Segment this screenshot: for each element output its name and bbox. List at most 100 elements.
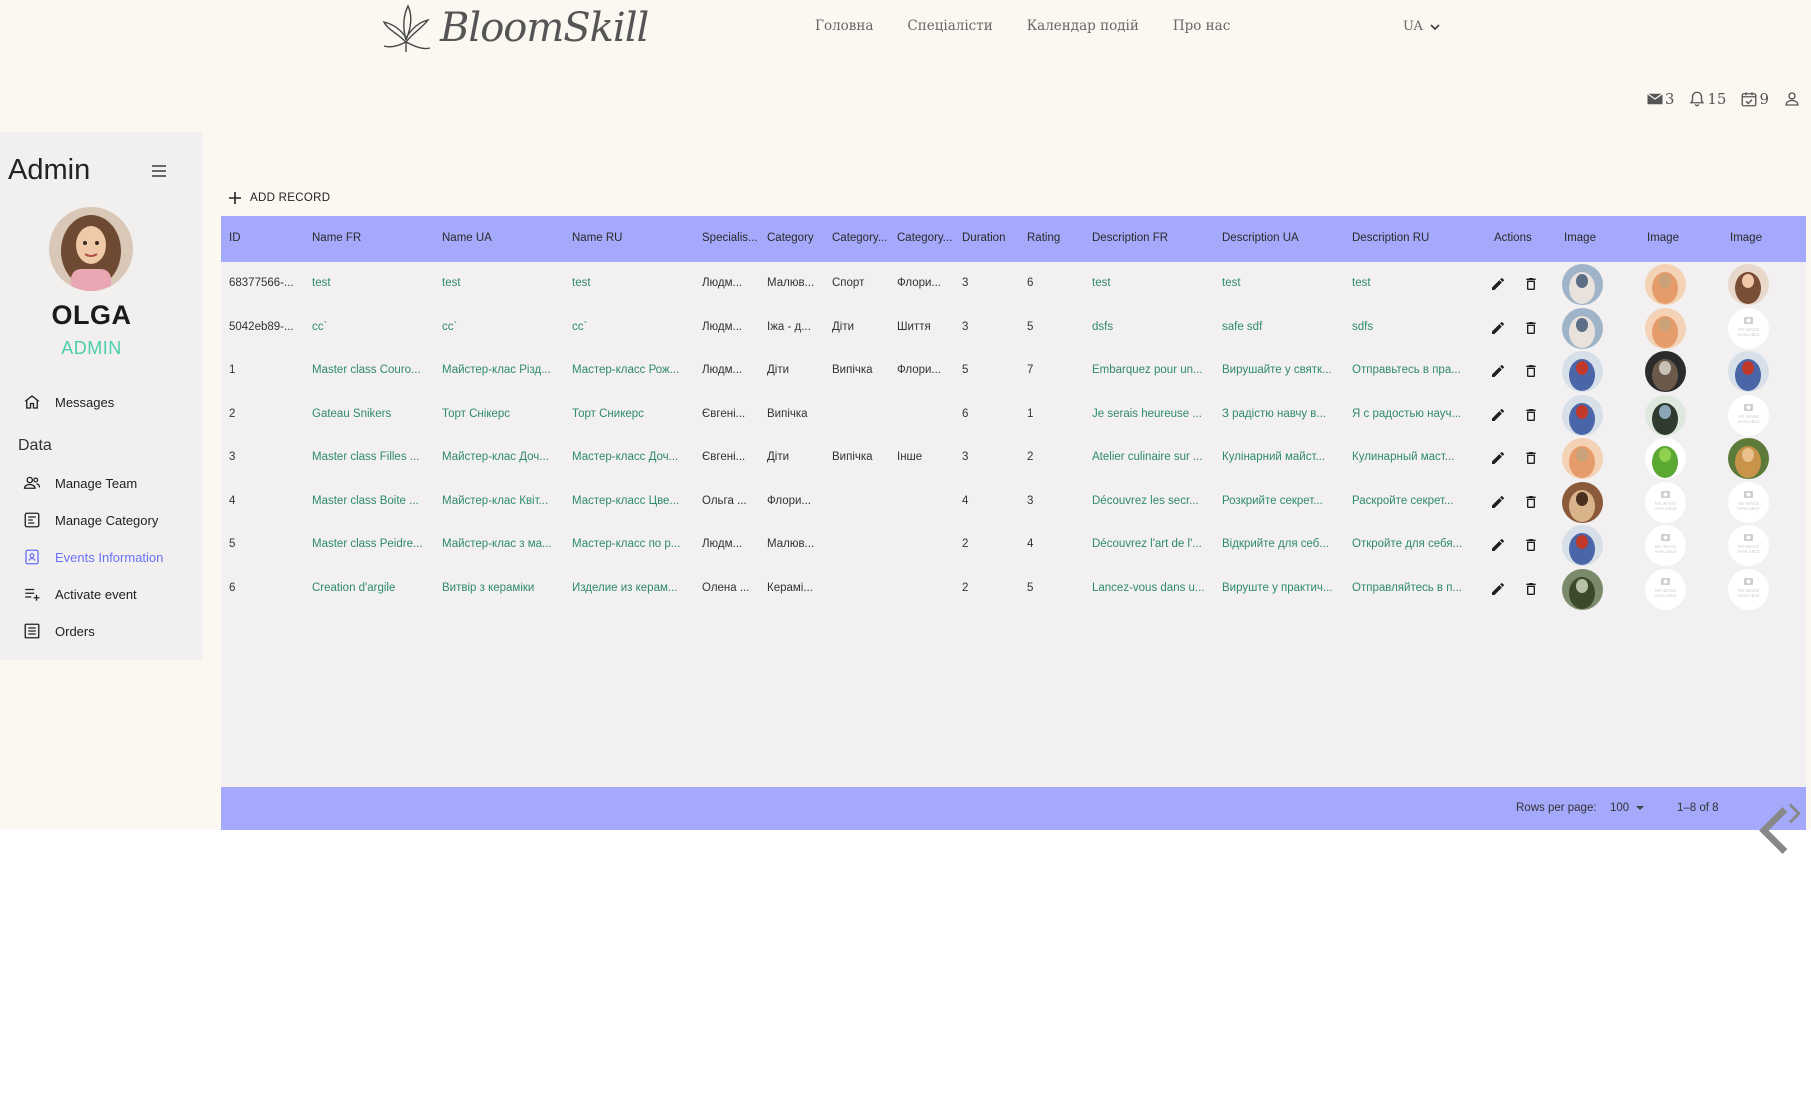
column-header[interactable]: ID bbox=[229, 232, 301, 244]
profile-button[interactable] bbox=[1783, 90, 1801, 108]
event-image[interactable] bbox=[1645, 264, 1686, 305]
event-image[interactable]: NO IMAGE AVAILABLE bbox=[1645, 568, 1686, 610]
delete-icon[interactable] bbox=[1523, 407, 1539, 423]
column-header[interactable]: Name FR bbox=[312, 232, 434, 244]
table-cell: Майстер-клас Різд... bbox=[442, 364, 551, 376]
event-image[interactable] bbox=[1645, 307, 1686, 349]
column-header[interactable]: Rating bbox=[1027, 232, 1085, 244]
delete-icon[interactable] bbox=[1523, 494, 1539, 510]
event-image[interactable] bbox=[1562, 438, 1603, 479]
table-cell: 5042eb89-... bbox=[229, 320, 294, 333]
mail-button[interactable]: 3 bbox=[1646, 90, 1674, 108]
column-header[interactable]: Category... bbox=[832, 232, 890, 244]
table-cell: Флори... bbox=[767, 494, 812, 507]
nav-about[interactable]: Про нас bbox=[1173, 18, 1230, 34]
event-image[interactable] bbox=[1562, 351, 1603, 392]
nav-home[interactable]: Головна bbox=[815, 18, 873, 34]
edit-icon[interactable] bbox=[1490, 581, 1506, 597]
sidebar-item-orders[interactable]: Orders bbox=[23, 622, 95, 640]
column-header[interactable]: Actions bbox=[1494, 232, 1549, 244]
edit-icon[interactable] bbox=[1490, 363, 1506, 379]
event-image[interactable] bbox=[1728, 351, 1769, 392]
table-cell: 3 bbox=[962, 320, 969, 333]
table-row[interactable]: 6 Creation d'argile Витвір з кераміки Издел… bbox=[221, 568, 1806, 611]
sidebar-item-messages[interactable]: Messages bbox=[23, 393, 114, 411]
event-image[interactable] bbox=[1562, 264, 1603, 305]
table-header: ID Name FR Name UA Name RU Specialis... Categ… bbox=[221, 216, 1806, 262]
table-row[interactable]: 5042eb89-... cc` cc` cc` Людм... Їжа - д... Ді… bbox=[221, 307, 1806, 350]
edit-icon[interactable] bbox=[1490, 276, 1506, 292]
next-page-icon[interactable] bbox=[1781, 801, 1806, 826]
column-header[interactable]: Name UA bbox=[442, 232, 564, 244]
sidebar-item-manage-team[interactable]: Manage Team bbox=[23, 474, 137, 492]
column-header[interactable]: Image bbox=[1647, 232, 1717, 244]
sidebar-item-activate-event[interactable]: Activate event bbox=[23, 585, 137, 603]
nav-specialists[interactable]: Спеціалісти bbox=[907, 18, 992, 34]
event-image[interactable]: NO IMAGE AVAILABLE bbox=[1728, 568, 1769, 610]
sidebar-item-label: Orders bbox=[55, 623, 95, 639]
event-image[interactable] bbox=[1728, 264, 1769, 305]
menu-icon[interactable] bbox=[150, 162, 168, 180]
sidebar-item-label: Manage Category bbox=[55, 512, 159, 528]
table-row[interactable]: 4 Master class Boite ... Майстер-клас Квіт… bbox=[221, 481, 1806, 524]
logo[interactable]: BloomSkill bbox=[378, 2, 649, 54]
delete-icon[interactable] bbox=[1523, 537, 1539, 553]
event-image[interactable]: NO IMAGE AVAILABLE bbox=[1728, 481, 1769, 523]
table-cell: 4 bbox=[1027, 538, 1034, 550]
home-icon bbox=[24, 395, 40, 409]
delete-icon[interactable] bbox=[1523, 450, 1539, 466]
column-header[interactable]: Category bbox=[767, 232, 825, 244]
event-image[interactable] bbox=[1562, 307, 1603, 349]
nav-events-calendar[interactable]: Календар подій bbox=[1027, 18, 1139, 34]
event-image[interactable] bbox=[1562, 394, 1603, 436]
delete-icon[interactable] bbox=[1523, 581, 1539, 597]
table-row[interactable]: 2 Gateau Snikers Торт Снікерс Торт Сникерс Є… bbox=[221, 394, 1806, 437]
column-header[interactable]: Image bbox=[1730, 232, 1800, 244]
table-cell: Майстер-клас Квіт... bbox=[442, 494, 549, 507]
event-image[interactable] bbox=[1728, 438, 1769, 479]
logo-text: BloomSkill bbox=[440, 5, 649, 51]
table-cell: Керамі... bbox=[767, 581, 813, 594]
sidebar-item-events-information[interactable]: Events Information bbox=[23, 548, 163, 566]
edit-icon[interactable] bbox=[1490, 407, 1506, 423]
column-header[interactable]: Image bbox=[1564, 232, 1634, 244]
sidebar: Admin OLGA ADMIN Messages Data Manage Te… bbox=[0, 132, 203, 660]
event-image[interactable]: NO IMAGE AVAILABLE bbox=[1645, 481, 1686, 523]
edit-icon[interactable] bbox=[1490, 494, 1506, 510]
delete-icon[interactable] bbox=[1523, 276, 1539, 292]
event-image[interactable] bbox=[1562, 525, 1603, 566]
table-row[interactable]: 1 Master class Couro... Майстер-клас Різд.… bbox=[221, 350, 1806, 393]
column-header[interactable]: Description FR bbox=[1092, 232, 1214, 244]
delete-icon[interactable] bbox=[1523, 320, 1539, 336]
column-header[interactable]: Description RU bbox=[1352, 232, 1474, 244]
event-image[interactable]: NO IMAGE AVAILABLE bbox=[1645, 525, 1686, 566]
events-button[interactable]: 9 bbox=[1740, 90, 1769, 108]
edit-icon[interactable] bbox=[1490, 320, 1506, 336]
person-icon bbox=[1785, 92, 1799, 106]
contacts-icon bbox=[24, 512, 40, 528]
event-image[interactable]: NO IMAGE AVAILABLE bbox=[1728, 525, 1769, 566]
event-image[interactable] bbox=[1562, 568, 1603, 610]
delete-icon[interactable] bbox=[1523, 363, 1539, 379]
event-image[interactable] bbox=[1645, 438, 1686, 479]
edit-icon[interactable] bbox=[1490, 537, 1506, 553]
column-header[interactable]: Duration bbox=[962, 232, 1020, 244]
notifications-button[interactable]: 15 bbox=[1688, 90, 1726, 108]
event-image[interactable] bbox=[1645, 351, 1686, 392]
event-image[interactable] bbox=[1645, 394, 1686, 436]
rows-per-page-select[interactable]: 100 bbox=[1610, 801, 1647, 815]
table-row[interactable]: 68377566-... test test test Людм... Малюв... С… bbox=[221, 263, 1806, 306]
sidebar-item-manage-category[interactable]: Manage Category bbox=[23, 511, 158, 529]
column-header[interactable]: Specialis... bbox=[702, 232, 760, 244]
event-image[interactable] bbox=[1562, 481, 1603, 523]
table-row[interactable]: 3 Master class Filles ... Майстер-клас Доч… bbox=[221, 437, 1806, 480]
edit-icon[interactable] bbox=[1490, 450, 1506, 466]
column-header[interactable]: Category... bbox=[897, 232, 955, 244]
event-image[interactable]: NO IMAGE AVAILABLE bbox=[1728, 394, 1769, 436]
column-header[interactable]: Description UA bbox=[1222, 232, 1344, 244]
table-row[interactable]: 5 Master class Peidre... Майстер-клас з ма… bbox=[221, 524, 1806, 567]
column-header[interactable]: Name RU bbox=[572, 232, 694, 244]
language-select[interactable]: UA bbox=[1403, 19, 1441, 34]
add-record-button[interactable]: ADD RECORD bbox=[228, 191, 330, 205]
event-image[interactable]: NO IMAGE AVAILABLE bbox=[1728, 307, 1769, 349]
